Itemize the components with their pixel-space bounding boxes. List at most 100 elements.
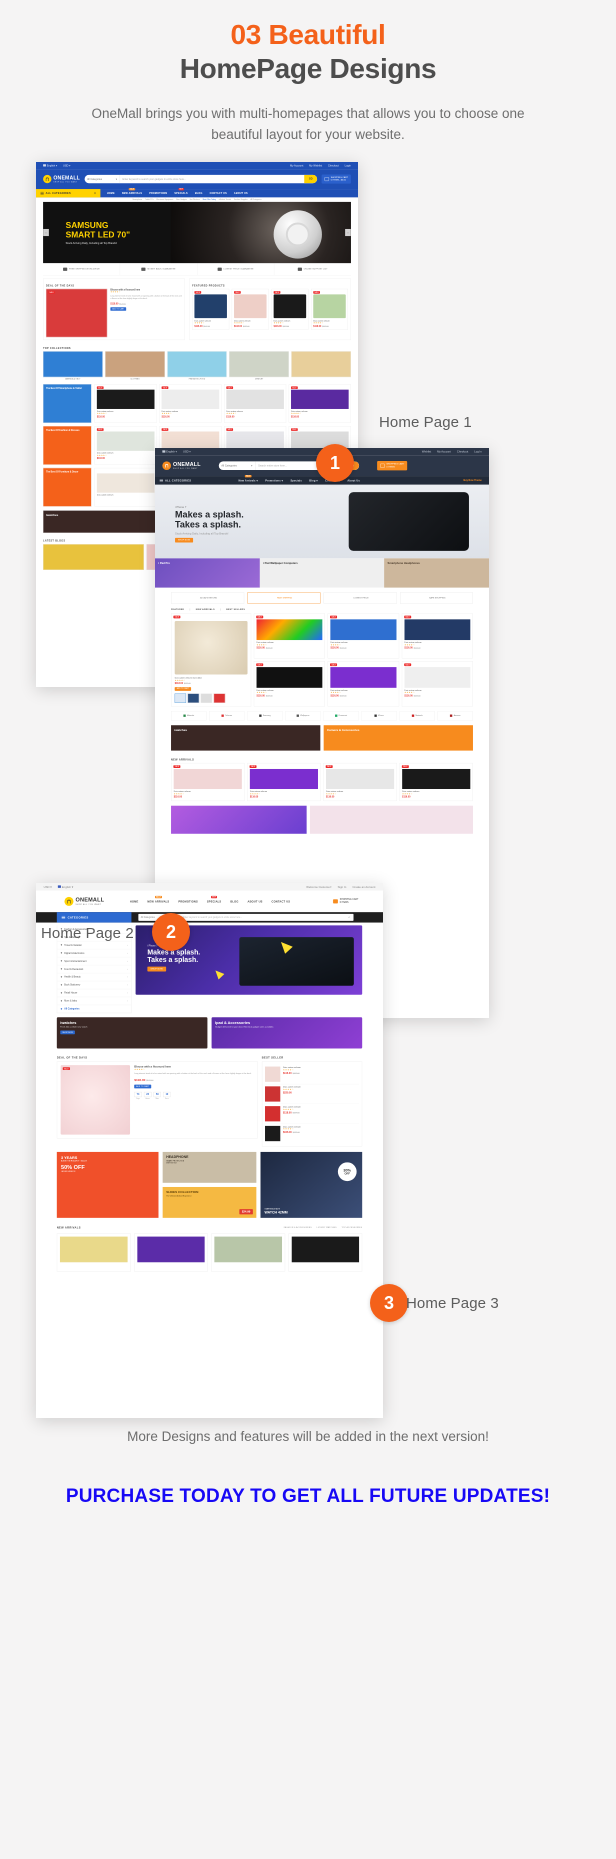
nav-item-new-arrivals[interactable]: SALE NEW ARRIVALS bbox=[122, 188, 142, 195]
search-input[interactable]: Enter keyword to search your gadgets in … bbox=[120, 175, 304, 183]
thumb[interactable] bbox=[200, 693, 213, 703]
product-card[interactable]: SALE Duis autem veleum ★★★★☆ $116.00$127.… bbox=[231, 289, 269, 330]
nav-item-about[interactable]: ABOUT US bbox=[248, 900, 263, 903]
sidebar-item-travel[interactable]: ⬥ Travel & Vacation › bbox=[57, 941, 132, 950]
product-card[interactable]: SALEDuis autem veleum★★★★☆$116.00 bbox=[288, 384, 351, 423]
nav-item-about[interactable]: About Us bbox=[347, 479, 359, 482]
top-link-checkout[interactable]: Checkout bbox=[328, 164, 339, 167]
brand-item[interactable]: Motorola bbox=[171, 711, 207, 721]
homepage-3-screenshot[interactable]: USD ▾ English ▾ Welcome Customer! Sign I… bbox=[36, 883, 383, 1419]
deal-image[interactable]: SALE bbox=[45, 289, 108, 338]
product-card[interactable]: SALEDuis autem veleum★★★★☆$116.00 bbox=[171, 762, 245, 802]
all-categories-button[interactable]: ALL CATEGORIES bbox=[155, 476, 232, 485]
promo-tile-headphone[interactable]: HEADPHONE SMART PROTECTION WITH STYLE bbox=[162, 1152, 257, 1183]
banner-tile[interactable] bbox=[171, 805, 307, 834]
nav-item-new-arrivals[interactable]: SALE New Arrivals ▾ bbox=[239, 475, 258, 482]
brand-item[interactable]: iPhone bbox=[361, 711, 397, 721]
shop-now-button[interactable]: SHOP NOW bbox=[147, 966, 167, 972]
nav-item-blog[interactable]: BLOG bbox=[195, 192, 203, 195]
language-selector[interactable]: English ▾ bbox=[43, 164, 57, 167]
collection-tile[interactable] bbox=[167, 351, 227, 378]
search-category-select[interactable]: All Categories▾ bbox=[219, 461, 256, 471]
banner-ipad[interactable]: Ipad & Accessories Gadget delivered to y… bbox=[211, 1017, 363, 1049]
currency-selector[interactable]: USD ▾ bbox=[183, 450, 191, 453]
product-card[interactable]: SALE Duis autem veleum ★★★★☆ $116.00$127.00 bbox=[253, 613, 326, 659]
promo-tile-watch[interactable]: 30% OFF STARTING AT $279 WATCH 42MM bbox=[260, 1152, 363, 1219]
best-seller-row[interactable]: Duis autem veleum ★★★★☆ $116.00$127.00 bbox=[264, 1065, 360, 1085]
sidebar-item-mom-baby[interactable]: ⬥ Mom & baby › bbox=[57, 997, 132, 1006]
collection-tile[interactable] bbox=[229, 351, 289, 378]
purchase-cta[interactable]: PURCHASE TODAY TO GET ALL FUTURE UPDATES… bbox=[0, 1486, 616, 1508]
hero-banner[interactable]: i Phone 7 Makes a splash. Takes a splash… bbox=[155, 484, 489, 559]
search-bar[interactable]: All Categories▾ Enter keyword to search … bbox=[84, 175, 318, 184]
product-card[interactable]: SALEDuis autem veleum★★★★☆$116.00 bbox=[94, 384, 157, 423]
nav-item-blog[interactable]: BLOG bbox=[230, 900, 238, 903]
cart-button[interactable]: SHOPPING CART 0 ITEMS - $0.00 bbox=[321, 174, 351, 184]
nav-item-new-arrivals[interactable]: SALE NEW ARRIVALS bbox=[147, 895, 169, 903]
thumb[interactable] bbox=[187, 693, 200, 703]
top-link-account[interactable]: My Account bbox=[290, 164, 303, 167]
product-card[interactable]: SALE Duis autem veleum ★★★★☆ $116.00$127.00 bbox=[327, 661, 400, 707]
sidebar-item-all-categories[interactable]: ⬥ All Categories bbox=[57, 1005, 131, 1013]
sidebar-item-book[interactable]: ⬥ Book Stationery › bbox=[57, 981, 132, 990]
top-link-checkout[interactable]: Checkout bbox=[457, 450, 468, 453]
tab-new-arrivals[interactable]: NEW ARRIVALS bbox=[196, 608, 215, 610]
product-card[interactable]: SALEDuis autem veleum★★★★☆$116.00 bbox=[323, 762, 397, 802]
product-card[interactable]: SALE Duis autem veleum ★★★★☆ $116.00$127.00 bbox=[327, 613, 400, 659]
brand-item[interactable]: Telecom bbox=[209, 711, 245, 721]
buy-theme-button[interactable]: Buy Now Theme bbox=[463, 479, 481, 481]
add-to-cart-button[interactable]: ADD TO CART bbox=[134, 1084, 152, 1089]
best-seller-row[interactable]: Duis autem veleum ★★★★☆ $220.00 bbox=[264, 1084, 360, 1105]
sidebar-item-sport[interactable]: ⬥ Sport & Entertainment › bbox=[57, 957, 132, 966]
top-link-wishlist[interactable]: My Wishlist bbox=[309, 164, 322, 167]
top-link-login[interactable]: Log In bbox=[474, 450, 481, 453]
nav-item-contact[interactable]: CONTACT US bbox=[210, 192, 227, 195]
banner-iwatches[interactable]: iwatches Feels like a whole new watch SH… bbox=[56, 1017, 208, 1049]
sidebar-item-food[interactable]: ⬥ Food & Restaurant › bbox=[57, 965, 132, 974]
cart-button[interactable]: SHOPPING CART 0 ITEMS bbox=[330, 896, 362, 907]
banner-iwatches[interactable]: iwatches bbox=[171, 725, 321, 751]
currency-selector[interactable]: USD ▾ bbox=[44, 885, 52, 888]
brand-item[interactable]: Wallpapers bbox=[285, 711, 321, 721]
thumb[interactable] bbox=[174, 693, 187, 703]
currency-selector[interactable]: USD ▾ bbox=[63, 164, 70, 167]
brand-item[interactable]: Amazon bbox=[437, 711, 473, 721]
sidebar-item-digital[interactable]: ⬥ Digital & Electronics › bbox=[57, 949, 132, 958]
brand-item[interactable]: Motorola bbox=[399, 711, 435, 721]
promo-banner[interactable]: i Pad Pro bbox=[155, 558, 260, 588]
nav-item-specials[interactable]: HOT SPECIALS bbox=[207, 895, 221, 903]
nav-item-home[interactable]: HOME bbox=[130, 900, 139, 903]
top-link-create-account[interactable]: Create an Account bbox=[353, 885, 376, 888]
product-card[interactable] bbox=[134, 1233, 208, 1272]
search-input[interactable]: Enter keyword to search your gadgets in … bbox=[180, 914, 345, 921]
blog-card[interactable] bbox=[43, 544, 144, 571]
deal-image[interactable]: SALE bbox=[60, 1065, 131, 1135]
sidebar-item-retail[interactable]: ⬥ Retail House › bbox=[57, 989, 132, 998]
brand-logo[interactable]: ONEMALL SHOP ALL YOU WANT bbox=[64, 897, 104, 907]
promo-tile-shoes[interactable]: SHOES COLLECTION The Ultimate Android Ex… bbox=[162, 1187, 257, 1219]
promo-tile[interactable]: The Best Of Smartphone & Tablet bbox=[43, 384, 92, 423]
featured-product-card[interactable]: SALE Duis autem veleum iriure dolor ★★★★… bbox=[171, 613, 252, 707]
top-link-account[interactable]: My Account bbox=[437, 450, 451, 453]
product-card[interactable]: SALE Duis autem veleum ★★★★☆ $116.00$127.00 bbox=[253, 661, 326, 707]
product-card[interactable]: SALE Duis autem veleum ★★★★☆ $116.00$127.… bbox=[271, 289, 309, 330]
banner-tile[interactable] bbox=[310, 805, 473, 834]
brand-logo[interactable]: ONEMALL SHOP ALL YOU WANT bbox=[43, 175, 80, 184]
product-card[interactable] bbox=[56, 1233, 131, 1272]
product-card[interactable]: SALEDuis autem veleum★★★★☆$116.00 bbox=[247, 762, 321, 802]
nav-item-contact[interactable]: CONTACT US bbox=[272, 900, 291, 903]
hero-next-arrow[interactable]: › bbox=[345, 229, 351, 237]
nav-item-about[interactable]: ABOUT US bbox=[234, 192, 248, 195]
promo-tile[interactable]: The Best Of Furniture & Decor bbox=[43, 468, 92, 507]
promo-banner[interactable]: i Pad Wallpaper Computers bbox=[259, 558, 385, 588]
product-card[interactable]: SALE Duis autem veleum ★★★★☆ $116.00$127.00 bbox=[401, 661, 473, 707]
banner-camera[interactable]: Camera & Accessories bbox=[323, 725, 473, 751]
brand-item[interactable]: Samsung bbox=[247, 711, 283, 721]
product-card[interactable]: SALEDuis autem veleum★★★★☆$116.00 bbox=[159, 384, 222, 423]
promo-tile-anniversary[interactable]: 3 YEARS ANNIVERSARY SALE 50% OFF LADIES … bbox=[56, 1152, 159, 1219]
tab-fashion[interactable]: FASHION & ACCESSORIES bbox=[284, 1227, 312, 1229]
product-card[interactable]: SALE Duis autem veleum ★★★★☆ $116.00$127.00 bbox=[401, 613, 473, 659]
collection-tile[interactable] bbox=[291, 351, 351, 378]
shop-now-button[interactable]: SHOP NOW bbox=[175, 538, 193, 543]
nav-item-promotions[interactable]: PROMOTIONS bbox=[149, 192, 167, 195]
